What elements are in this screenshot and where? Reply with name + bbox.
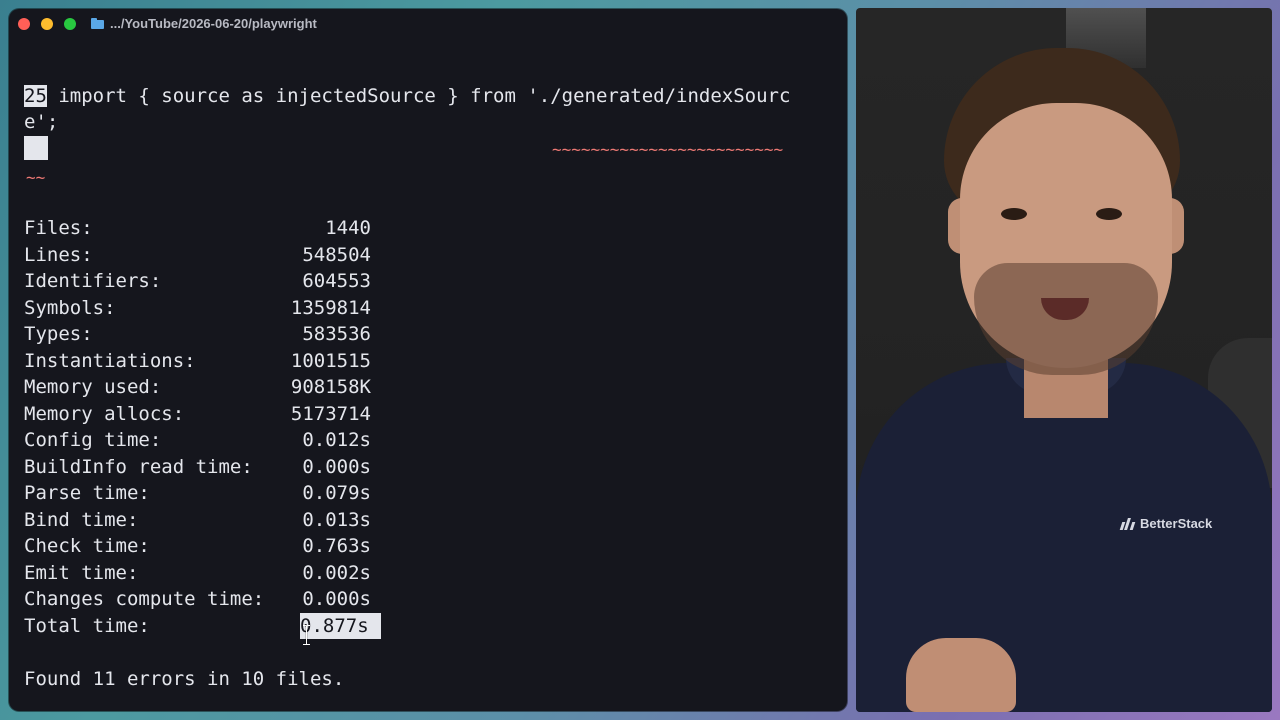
stat-value[interactable]: 1001515: [9, 348, 371, 374]
presenter-eye-right: [1096, 208, 1122, 220]
error-underline: ~~~~~~~~~~~~~~~~~~~~~~~~: [552, 143, 784, 157]
minimize-window-button[interactable]: [41, 18, 53, 30]
stat-value[interactable]: 0.079s: [9, 480, 371, 506]
summary-line: Found 11 errors in 10 files.: [24, 668, 345, 690]
stat-value[interactable]: 0.000s: [9, 454, 371, 480]
stat-value[interactable]: 604553: [9, 268, 371, 294]
stat-value[interactable]: 1359814: [9, 295, 371, 321]
error-line-number: 25: [24, 85, 47, 107]
betterstack-logo-icon: [1119, 517, 1136, 530]
stat-value[interactable]: 0.763s: [9, 533, 371, 559]
folder-icon: [91, 18, 104, 29]
close-window-button[interactable]: [18, 18, 30, 30]
error-underline-wrap: ~~: [26, 171, 46, 185]
stat-label: Total time:: [24, 615, 150, 637]
error-code-text: import { source as injectedSource } from…: [46, 85, 791, 107]
stat-value[interactable]: 0.002s: [9, 560, 371, 586]
error-code-line: 25 import { source as injectedSource } f…: [24, 83, 790, 109]
presenter-eye-left: [1001, 208, 1027, 220]
text-cursor-icon: [303, 625, 310, 645]
stat-value[interactable]: 0.000s: [9, 586, 371, 612]
webcam-overlay: BetterStack: [856, 8, 1272, 712]
text-cursor-block: [24, 136, 48, 160]
stat-value[interactable]: 0.013s: [9, 507, 371, 533]
cursor-line: [24, 135, 48, 161]
terminal-window[interactable]: .../YouTube/2026-06-20/playwright 25 imp…: [9, 9, 847, 711]
stat-value[interactable]: 548504: [9, 242, 371, 268]
stat-value[interactable]: 0.012s: [9, 427, 371, 453]
shirt-logo-text: BetterStack: [1140, 516, 1213, 531]
shirt-logo: BetterStack: [1119, 516, 1213, 531]
title-bar[interactable]: .../YouTube/2026-06-20/playwright: [9, 9, 847, 39]
stat-value[interactable]: 1440: [9, 215, 371, 241]
stat-value[interactable]: 908158K: [9, 374, 371, 400]
stat-value[interactable]: 5173714: [9, 401, 371, 427]
stat-row: Total time:: [24, 613, 150, 639]
selected-total-time[interactable]: 0.877s: [300, 613, 381, 639]
stat-value[interactable]: 583536: [9, 321, 371, 347]
error-code-wrap: e';: [24, 111, 59, 133]
zoom-window-button[interactable]: [64, 18, 76, 30]
window-title: .../YouTube/2026-06-20/playwright: [110, 16, 317, 31]
presenter-hand: [906, 638, 1016, 712]
